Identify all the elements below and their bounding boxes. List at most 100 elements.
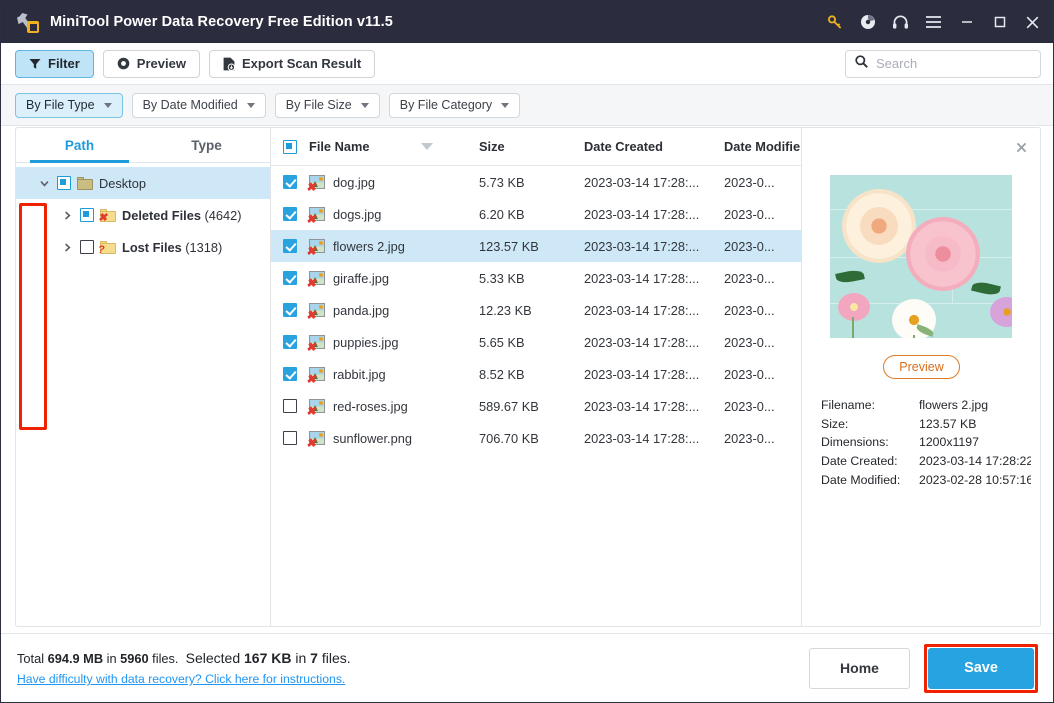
- row-date-created: 2023-03-14 17:28:...: [584, 302, 700, 318]
- row-checkbox-cell: [271, 399, 309, 413]
- deleted-folder-icon: ✖: [98, 208, 116, 223]
- filter-button[interactable]: Filter: [15, 49, 94, 78]
- table-row[interactable]: ✖ panda.jpg 12.23 KB 2023-03-14 17:28:... 20…: [271, 294, 801, 326]
- key-icon[interactable]: [818, 1, 851, 43]
- row-checkbox[interactable]: [283, 303, 297, 317]
- row-checkbox[interactable]: [283, 175, 297, 189]
- row-checkbox[interactable]: [283, 207, 297, 221]
- row-date-created: 2023-03-14 17:28:...: [584, 398, 700, 414]
- filter-by-file-size[interactable]: By File Size: [274, 92, 380, 118]
- column-header-size[interactable]: Size: [479, 139, 584, 154]
- total-suffix: files.: [148, 651, 179, 666]
- image-file-icon: ✖: [306, 335, 325, 353]
- row-checkbox[interactable]: [283, 431, 297, 445]
- image-file-icon: ✖: [306, 175, 325, 193]
- filter-chip-label: By Date Modified: [142, 98, 238, 112]
- row-file-name: flowers 2.jpg: [333, 238, 405, 254]
- column-header-date-modified[interactable]: Date Modifie: [724, 139, 801, 154]
- tree-checkbox-deleted-files[interactable]: [80, 208, 94, 222]
- row-date-created: 2023-03-14 17:28:...: [584, 270, 700, 286]
- chevron-right-icon[interactable]: [61, 242, 74, 253]
- tree-item-name: Lost Files: [122, 239, 182, 255]
- row-size: 123.57 KB: [479, 238, 539, 254]
- metadata-value: 2023-03-14 17:28:22: [919, 454, 1031, 469]
- chevron-down-icon: [246, 102, 255, 108]
- tab-type[interactable]: Type: [143, 128, 270, 162]
- image-file-icon: ✖: [306, 303, 325, 321]
- sort-descending-icon[interactable]: [421, 143, 434, 150]
- filter-by-file-category[interactable]: By File Category: [388, 92, 521, 118]
- tree-checkbox-desktop[interactable]: [57, 176, 71, 190]
- table-row[interactable]: ✖ dogs.jpg 6.20 KB 2023-03-14 17:28:... 2023…: [271, 198, 801, 230]
- image-file-icon: ✖: [306, 207, 325, 225]
- search-input[interactable]: [876, 56, 1031, 71]
- row-checkbox[interactable]: [283, 399, 297, 413]
- file-list-header: File Name Size Date Created Date Modifie: [271, 128, 801, 166]
- row-checkbox[interactable]: [283, 367, 297, 381]
- save-button[interactable]: Save: [928, 647, 1034, 689]
- export-file-icon: [223, 57, 235, 71]
- row-date-modified: 2023-0...: [724, 270, 775, 286]
- row-checkbox[interactable]: [283, 271, 297, 285]
- tree-item-lost-files[interactable]: ? Lost Files (1318): [16, 231, 270, 263]
- home-button-label: Home: [840, 660, 879, 676]
- hamburger-menu-icon[interactable]: [917, 1, 950, 43]
- close-icon[interactable]: [1012, 138, 1030, 156]
- metadata-row: Date Created: 2023-03-14 17:28:22: [821, 452, 1031, 471]
- row-checkbox[interactable]: [283, 335, 297, 349]
- row-date-modified: 2023-0...: [724, 430, 775, 446]
- preview-button[interactable]: Preview: [102, 49, 200, 78]
- row-date-created: 2023-03-14 17:28:...: [584, 174, 700, 190]
- preview-open-button[interactable]: Preview: [883, 355, 960, 379]
- filter-by-file-type[interactable]: By File Type: [15, 92, 123, 118]
- table-row[interactable]: ✖ sunflower.png 706.70 KB 2023-03-14 17:28:…: [271, 422, 801, 454]
- search-box[interactable]: [845, 49, 1041, 78]
- minimize-button[interactable]: [950, 1, 983, 43]
- row-size: 5.73 KB: [479, 174, 525, 190]
- metadata-key: Date Created:: [821, 454, 898, 469]
- export-button-label: Export Scan Result: [241, 56, 362, 71]
- tree-item-deleted-files[interactable]: ✖ Deleted Files (4642): [16, 199, 270, 231]
- row-file-name: giraffe.jpg: [333, 270, 389, 286]
- row-size: 6.20 KB: [479, 206, 525, 222]
- metadata-row: Size: 123.57 KB: [821, 415, 1031, 434]
- close-button[interactable]: [1016, 1, 1049, 43]
- tab-path[interactable]: Path: [16, 128, 143, 163]
- chevron-down-icon[interactable]: [38, 178, 51, 189]
- row-size: 589.67 KB: [479, 398, 539, 414]
- row-checkbox[interactable]: [283, 239, 297, 253]
- help-link[interactable]: Have difficulty with data recovery? Clic…: [17, 672, 351, 686]
- search-icon: [855, 54, 868, 73]
- home-button[interactable]: Home: [809, 647, 910, 689]
- filter-bar: By File Type By Date Modified By File Si…: [1, 85, 1053, 126]
- table-row[interactable]: ✖ rabbit.jpg 8.52 KB 2023-03-14 17:28:... 20…: [271, 358, 801, 390]
- tree-item-count: (4642): [204, 207, 242, 223]
- select-all-checkbox[interactable]: [283, 139, 297, 154]
- row-date-created: 2023-03-14 17:28:...: [584, 334, 700, 350]
- table-row[interactable]: ✖ flowers 2.jpg 123.57 KB 2023-03-14 17:28:…: [271, 230, 801, 262]
- row-checkbox-cell: [271, 271, 309, 285]
- chevron-right-icon[interactable]: [61, 210, 74, 221]
- table-row[interactable]: ✖ puppies.jpg 5.65 KB 2023-03-14 17:28:... 2…: [271, 326, 801, 358]
- maximize-button[interactable]: [983, 1, 1016, 43]
- metadata-key: Dimensions:: [821, 435, 889, 450]
- column-header-file-name[interactable]: File Name: [309, 139, 479, 154]
- headphones-icon[interactable]: [884, 1, 917, 43]
- table-row[interactable]: ✖ giraffe.jpg 5.33 KB 2023-03-14 17:28:... 2…: [271, 262, 801, 294]
- column-file-name-label: File Name: [309, 139, 370, 154]
- selected-size-value: 167 KB: [244, 650, 292, 666]
- column-header-date-created[interactable]: Date Created: [584, 139, 724, 154]
- table-row[interactable]: ✖ dog.jpg 5.73 KB 2023-03-14 17:28:... 2023-…: [271, 166, 801, 198]
- export-scan-result-button[interactable]: Export Scan Result: [208, 49, 376, 78]
- filter-icon: [29, 58, 41, 70]
- row-file-name-cell: ✖ rabbit.jpg: [306, 367, 479, 386]
- row-date-modified: 2023-0...: [724, 302, 775, 318]
- table-row[interactable]: ✖ red-roses.jpg 589.67 KB 2023-03-14 17:28:…: [271, 390, 801, 422]
- disc-icon[interactable]: [851, 1, 884, 43]
- filter-chip-label: By File Size: [285, 98, 352, 112]
- preview-thumbnail: [830, 175, 1012, 338]
- filter-by-date-modified[interactable]: By Date Modified: [131, 92, 266, 118]
- row-checkbox-cell: [271, 239, 309, 253]
- tree-checkbox-lost-files[interactable]: [80, 240, 94, 254]
- tree-item-desktop[interactable]: Desktop: [16, 167, 270, 199]
